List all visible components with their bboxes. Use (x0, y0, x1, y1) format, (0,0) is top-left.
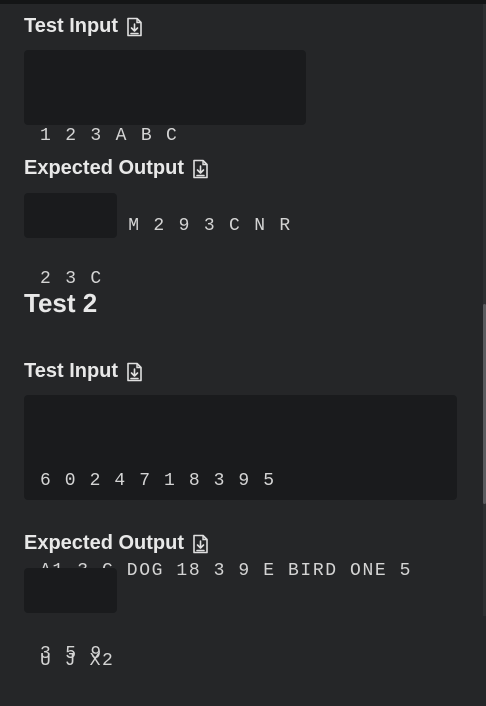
code-line: 3 5 9 (40, 644, 104, 664)
expected-output-block: 2 3 C (24, 193, 117, 289)
test-input-block: 6 0 2 4 7 1 8 3 9 5 A1 3 G DOG 18 3 9 E … (24, 395, 457, 671)
file-download-icon[interactable] (192, 159, 210, 179)
file-download-icon[interactable] (126, 362, 144, 382)
code-line: 6 0 2 4 7 1 8 3 9 5 (40, 471, 276, 491)
code-line: 1 2 3 A B C (40, 126, 179, 146)
file-download-icon[interactable] (192, 534, 210, 554)
expected-output-label: Expected Output (24, 157, 185, 179)
test-input-heading: Test Input (24, 15, 144, 38)
test-input-label: Test Input (24, 360, 119, 382)
expected-output-heading: Expected Output (24, 532, 210, 555)
top-bar (0, 0, 486, 4)
test-2-title: Test 2 (24, 288, 98, 318)
test-input-heading: Test Input (24, 360, 144, 383)
expected-output-block: 3 5 9 (24, 568, 117, 664)
test-input-label: Test Input (24, 15, 119, 37)
expected-output-heading: Expected Output (24, 157, 210, 180)
file-download-icon[interactable] (126, 17, 144, 37)
expected-output-label: Expected Output (24, 532, 185, 554)
test-input-block: 1 2 3 A B C X 11 G M 2 9 3 C N R (24, 50, 306, 236)
